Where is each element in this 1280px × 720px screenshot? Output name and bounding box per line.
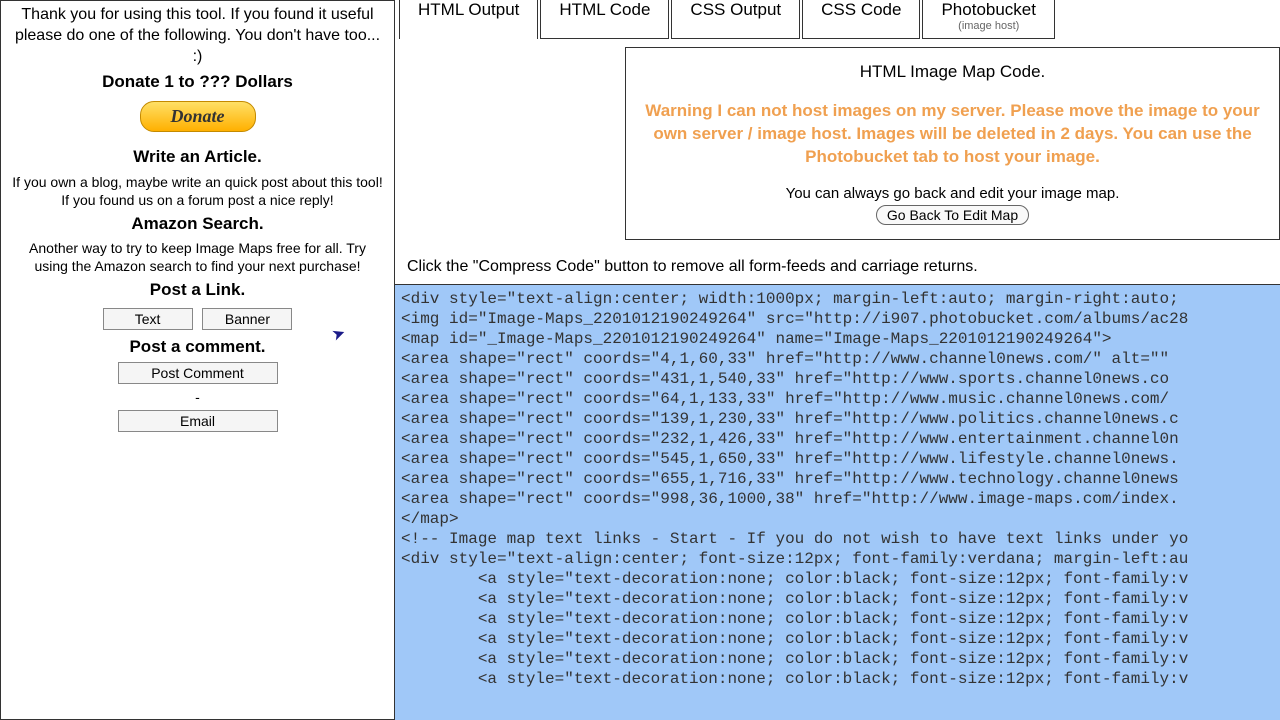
content-title: HTML Image Map Code.	[640, 62, 1265, 82]
tab-css-output[interactable]: CSS Output	[671, 0, 800, 39]
comment-heading: Post a comment.	[11, 336, 384, 358]
tab-photobucket[interactable]: Photobucket(image host)	[922, 0, 1055, 39]
tab-html-output[interactable]: HTML Output	[399, 0, 538, 39]
main: HTML Output HTML Code CSS Output CSS Cod…	[395, 0, 1280, 720]
sidebar: Thank you for using this tool. If you fo…	[0, 0, 395, 720]
article-text: If you own a blog, maybe write an quick …	[11, 173, 384, 209]
warning-text: Warning I can not host images on my serv…	[640, 100, 1265, 169]
thanks-text: Thank you for using this tool. If you fo…	[11, 5, 384, 67]
info-box: HTML Image Map Code. Warning I can not h…	[625, 47, 1280, 240]
amazon-heading: Amazon Search.	[11, 213, 384, 235]
compress-note: Click the "Compress Code" button to remo…	[407, 258, 1280, 276]
tab-css-code[interactable]: CSS Code	[802, 0, 920, 39]
post-comment-button[interactable]: Post Comment	[118, 362, 278, 384]
donate-heading: Donate 1 to ??? Dollars	[11, 71, 384, 93]
article-heading: Write an Article.	[11, 146, 384, 168]
tabs: HTML Output HTML Code CSS Output CSS Cod…	[395, 0, 1280, 39]
go-back-button[interactable]: Go Back To Edit Map	[876, 205, 1029, 225]
email-button[interactable]: Email	[118, 410, 278, 432]
code-output[interactable]: <div style="text-align:center; width:100…	[395, 284, 1280, 720]
go-back-text: You can always go back and edit your ima…	[786, 185, 1120, 202]
post-link-heading: Post a Link.	[11, 279, 384, 301]
donate-button[interactable]: Donate	[140, 101, 256, 132]
banner-button[interactable]: Banner	[202, 308, 292, 330]
text-button[interactable]: Text	[103, 308, 193, 330]
tab-html-code[interactable]: HTML Code	[540, 0, 669, 39]
dash: -	[11, 388, 384, 406]
amazon-text: Another way to try to keep Image Maps fr…	[11, 239, 384, 275]
